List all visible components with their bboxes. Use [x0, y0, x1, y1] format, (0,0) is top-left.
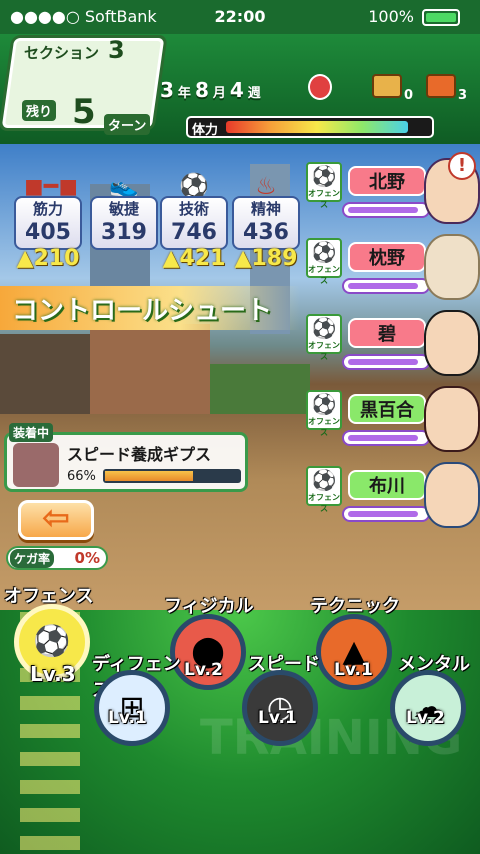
back-arrow-button[interactable]: ⇦ [18, 500, 94, 540]
member-name: 枕野 [348, 242, 426, 272]
offense-badge-icon: ⚽ オフェンス [306, 238, 342, 285]
stat-name: 技術 [178, 200, 209, 218]
member-name: 布川 [348, 470, 426, 500]
stat-gain: ▲210 [16, 246, 80, 271]
stat-name: 敏捷 [108, 200, 139, 218]
stat-value: 436 [243, 220, 289, 245]
equipped-tag: 装着中 [9, 423, 54, 442]
offense-badge-icon: ⚽ オフェンス [306, 466, 342, 513]
equipment-name: スピード養成ギプス [67, 445, 212, 464]
training-level: Lv.2 [406, 708, 445, 728]
member-card[interactable]: ⚽ オフェンス 黒百合 [306, 386, 480, 464]
member-bond-bar [342, 202, 430, 218]
treasure-chest-icon[interactable] [372, 74, 402, 98]
offense-badge-icon: ⚽ オフェンス [306, 314, 342, 361]
date-year-unit: 年 [177, 86, 191, 101]
game-date: 3年8月4週 [160, 78, 265, 102]
section-label: セクション [24, 44, 100, 62]
stat-gain: ▲189 [234, 246, 298, 271]
stat-value: 746 [171, 220, 217, 245]
date-month-unit: 月 [212, 86, 226, 101]
member-card[interactable]: ⚽ オフェンス 枕野 [306, 234, 480, 312]
date-week-unit: 週 [247, 86, 261, 101]
member-avatar [424, 234, 480, 300]
member-badge-text: オフェンス [308, 189, 340, 209]
member-bond-bar [342, 506, 430, 522]
member-card[interactable]: ⚽ オフェンス 碧 [306, 310, 480, 388]
equipment-progress-text: 66% [67, 469, 96, 484]
date-week: 4 [229, 78, 244, 102]
member-badge-text: オフェンス [308, 341, 340, 361]
offense-badge-icon: ⚽ オフェンス [306, 162, 342, 209]
battery-percent: 100% [368, 7, 414, 26]
injury-label: ケガ率 [10, 549, 55, 568]
section-number: 3 [108, 36, 125, 64]
member-avatar [424, 462, 480, 528]
chest2-count: 3 [458, 88, 468, 103]
member-card[interactable]: ⚽ オフェンス 布川 [306, 462, 480, 540]
equipment-panel[interactable]: 装着中 スピード養成ギプス 66% [4, 423, 248, 492]
equipment-progress-bar [103, 469, 241, 483]
turns-remaining: 5 [72, 92, 96, 132]
treasure-chest-red-icon[interactable] [426, 74, 456, 98]
member-bond-bar [342, 354, 430, 370]
member-name: 黒百合 [348, 394, 426, 424]
remaining-label: 残り [22, 100, 57, 121]
training-defense[interactable]: ディフェンス ⊞ Lv.1 [88, 648, 198, 746]
offense-badge-icon: ⚽ オフェンス [306, 390, 342, 437]
member-bond-bar [342, 278, 430, 294]
gear-item-icon [13, 443, 59, 487]
stat-name: 精神 [250, 200, 281, 218]
game-screen: ●●●●○ SoftBank 22:00 100% セクション 3 残り 5 タ… [0, 0, 480, 854]
stat-name: 筋力 [32, 200, 63, 218]
stat-value: 405 [25, 220, 71, 245]
training-level: Lv.1 [258, 708, 297, 728]
member-badge-text: オフェンス [308, 265, 340, 285]
training-level: Lv.3 [30, 662, 76, 686]
injury-value: 0% [74, 549, 100, 567]
stamina-bar: 体力 [186, 116, 434, 138]
training-mental[interactable]: メンタル ☁ Lv.2 [388, 648, 480, 746]
skill-banner-text: コントロールシュート [12, 296, 273, 326]
date-year: 3 [160, 78, 174, 102]
stat-agility: 👟 敏捷 319 [90, 172, 158, 274]
stat-spirit: ♨ 精神 436 ▲189 [232, 172, 300, 274]
battery-icon [422, 9, 460, 26]
mascot-icon[interactable] [308, 74, 332, 100]
turn-label: ターン [104, 114, 151, 135]
member-avatar [424, 386, 480, 452]
status-bar: ●●●●○ SoftBank 22:00 100% [0, 0, 480, 34]
stat-value: 319 [101, 220, 147, 245]
injury-rate: ケガ率 0% [6, 546, 108, 570]
chest1-count: 0 [404, 88, 414, 103]
stamina-label: 体力 [192, 123, 219, 138]
skill-banner: コントロールシュート [0, 286, 300, 330]
member-badge-text: オフェンス [308, 417, 340, 437]
member-bond-bar [342, 430, 430, 446]
member-badge-text: オフェンス [308, 493, 340, 513]
header: セクション 3 残り 5 ターン 3年8月4週 0 3 体力 [0, 34, 480, 144]
stat-strength: ◼━◼ 筋力 405 ▲210 [14, 172, 82, 274]
stamina-fill [226, 121, 409, 133]
alert-icon[interactable]: ! [448, 152, 476, 180]
member-avatar [424, 310, 480, 376]
date-month: 8 [194, 78, 209, 102]
member-name: 北野 [348, 166, 426, 196]
training-level: Lv.1 [108, 708, 147, 728]
training-speed[interactable]: スピード ◷ Lv.1 [238, 648, 348, 746]
stat-technique: ⚽ 技術 746 ▲421 [160, 172, 228, 274]
member-name: 碧 [348, 318, 426, 348]
stat-gain: ▲421 [162, 246, 226, 271]
